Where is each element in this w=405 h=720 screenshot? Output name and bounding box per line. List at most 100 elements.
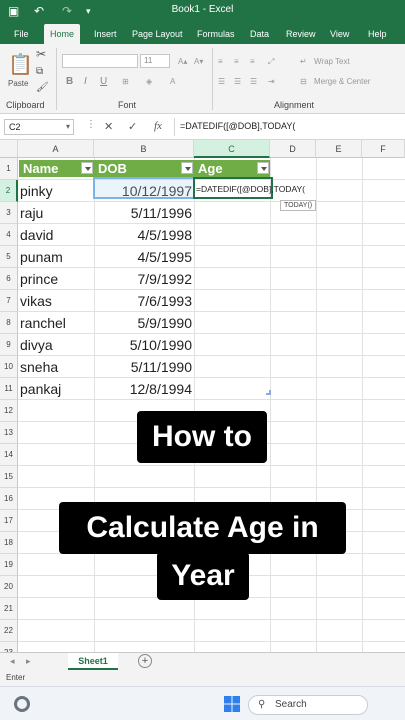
column-header-d[interactable]: D: [270, 140, 316, 158]
table-cell-dob[interactable]: 5/10/1990: [94, 337, 192, 353]
table-cell-name[interactable]: ranchel: [20, 315, 66, 331]
decrease-font-icon[interactable]: A▾: [194, 56, 203, 68]
row-header[interactable]: 6: [0, 268, 18, 290]
table-resize-handle[interactable]: [266, 390, 271, 395]
filter-dropdown-icon[interactable]: [181, 162, 193, 174]
row-header[interactable]: 20: [0, 576, 18, 598]
tab-page-layout[interactable]: Page Layout: [126, 24, 189, 44]
row-header[interactable]: 22: [0, 620, 18, 642]
fill-color-icon[interactable]: ◈: [146, 76, 152, 88]
column-header-b[interactable]: B: [94, 140, 194, 158]
column-header-a[interactable]: A: [18, 140, 94, 158]
row-header[interactable]: 12: [0, 400, 18, 422]
table-cell-name[interactable]: punam: [20, 249, 63, 265]
table-cell-name[interactable]: sneha: [20, 359, 58, 375]
row-header[interactable]: 7: [0, 290, 18, 312]
function-tooltip[interactable]: TODAY(): [280, 200, 317, 211]
add-sheet-button[interactable]: +: [138, 654, 152, 668]
bold-button[interactable]: B: [66, 76, 73, 88]
align-middle-icon[interactable]: ≡: [234, 56, 239, 68]
row-header[interactable]: 8: [0, 312, 18, 334]
row-header[interactable]: 11: [0, 378, 18, 400]
table-cell-name[interactable]: pinky: [20, 183, 53, 199]
underline-button[interactable]: U: [100, 76, 107, 88]
enter-icon[interactable]: ✓: [128, 120, 137, 133]
orientation-icon[interactable]: ⤢: [268, 56, 274, 68]
active-cell-b2[interactable]: [93, 177, 195, 199]
tab-data[interactable]: Data: [244, 24, 275, 44]
wrap-text-button[interactable]: Wrap Text: [314, 56, 350, 68]
cell-edit-formula[interactable]: =DATEDIF([@DOB],TODAY(: [196, 184, 305, 194]
table-cell-name[interactable]: raju: [20, 205, 43, 221]
paste-icon[interactable]: 📋: [8, 54, 33, 76]
align-bottom-icon[interactable]: ≡: [250, 56, 255, 68]
tab-help[interactable]: Help: [362, 24, 393, 44]
copy-icon[interactable]: ⧉: [36, 66, 43, 78]
sheet-tab-sheet1[interactable]: Sheet1: [68, 653, 118, 670]
tab-formulas[interactable]: Formulas: [191, 24, 241, 44]
insert-function-icon[interactable]: fx: [154, 120, 162, 132]
row-header[interactable]: 3: [0, 202, 18, 224]
table-cell-name[interactable]: divya: [20, 337, 53, 353]
font-name-select[interactable]: [62, 54, 138, 68]
row-header[interactable]: 2: [0, 180, 18, 202]
align-left-icon[interactable]: ☰: [218, 76, 225, 88]
filter-dropdown-icon[interactable]: [81, 162, 93, 174]
italic-button[interactable]: I: [84, 76, 87, 88]
formula-input[interactable]: =DATEDIF([@DOB],TODAY(: [180, 121, 295, 131]
row-header[interactable]: 4: [0, 224, 18, 246]
row-header[interactable]: 5: [0, 246, 18, 268]
borders-icon[interactable]: ⊞: [122, 76, 129, 88]
cancel-icon[interactable]: ✕: [104, 120, 113, 133]
row-header[interactable]: 17: [0, 510, 18, 532]
formula-bar-grip-icon[interactable]: ⋮: [86, 119, 96, 130]
tab-review[interactable]: Review: [280, 24, 322, 44]
row-header[interactable]: 23: [0, 642, 18, 652]
windows-start-icon[interactable]: [224, 696, 240, 712]
row-header[interactable]: 18: [0, 532, 18, 554]
row-header[interactable]: 21: [0, 598, 18, 620]
table-cell-name[interactable]: prince: [20, 271, 58, 287]
column-header-e[interactable]: E: [316, 140, 362, 158]
table-cell-dob[interactable]: 7/6/1993: [94, 293, 193, 309]
taskbar-search[interactable]: ⚲ Search: [248, 695, 368, 715]
format-painter-icon[interactable]: 🖌: [36, 82, 49, 94]
row-header[interactable]: 1: [0, 158, 18, 180]
paste-label[interactable]: Paste: [8, 78, 28, 90]
name-box[interactable]: C2 ▾: [4, 119, 74, 135]
table-cell-dob[interactable]: 5/11/1996: [94, 205, 192, 221]
merge-center-button[interactable]: Merge & Center: [314, 76, 370, 88]
align-right-icon[interactable]: ☰: [250, 76, 257, 88]
cut-icon[interactable]: ✂: [36, 48, 46, 60]
table-cell-name[interactable]: vikas: [20, 293, 52, 309]
tab-view[interactable]: View: [324, 24, 355, 44]
row-header[interactable]: 19: [0, 554, 18, 576]
font-color-icon[interactable]: A: [170, 76, 175, 88]
table-cell-dob[interactable]: 5/11/1990: [94, 359, 192, 375]
row-header[interactable]: 16: [0, 488, 18, 510]
row-header[interactable]: 10: [0, 356, 18, 378]
table-cell-name[interactable]: david: [20, 227, 53, 243]
chevron-down-icon[interactable]: ▾: [66, 120, 70, 134]
align-top-icon[interactable]: ≡: [218, 56, 223, 68]
filter-dropdown-icon[interactable]: [257, 162, 269, 174]
table-cell-dob[interactable]: 4/5/1998: [94, 227, 193, 243]
cortana-icon[interactable]: [14, 696, 30, 712]
font-size-select[interactable]: 11: [140, 54, 170, 68]
tab-home[interactable]: Home: [44, 24, 81, 44]
table-cell-dob[interactable]: 5/9/1990: [94, 315, 193, 331]
column-header-f[interactable]: F: [362, 140, 405, 158]
table-cell-dob[interactable]: 7/9/1992: [94, 271, 193, 287]
column-header-c[interactable]: C: [194, 140, 270, 158]
table-header-dob[interactable]: DOB: [94, 160, 194, 177]
table-cell-dob[interactable]: 12/8/1994: [94, 381, 192, 397]
table-cell-dob[interactable]: 4/5/1995: [94, 249, 193, 265]
row-header[interactable]: 14: [0, 444, 18, 466]
scroll-right-icon[interactable]: ▸: [26, 656, 31, 667]
align-center-icon[interactable]: ☰: [234, 76, 241, 88]
row-header[interactable]: 15: [0, 466, 18, 488]
increase-font-icon[interactable]: A▴: [178, 56, 187, 68]
row-header[interactable]: 13: [0, 422, 18, 444]
tab-file[interactable]: File: [8, 24, 35, 44]
table-cell-name[interactable]: pankaj: [20, 381, 61, 397]
